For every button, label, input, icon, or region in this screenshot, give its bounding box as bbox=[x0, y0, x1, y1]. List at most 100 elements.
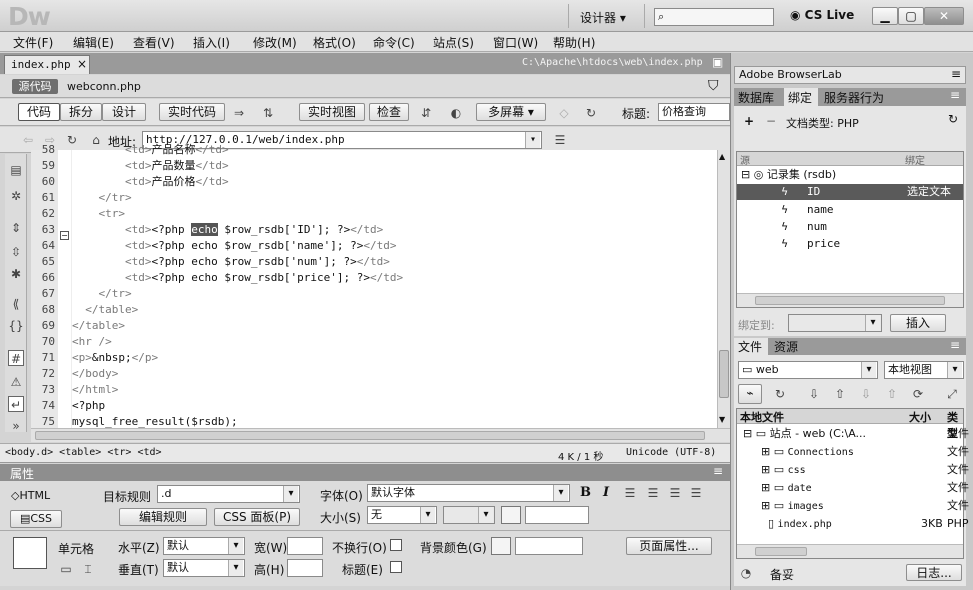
connect-button[interactable]: ⌁ bbox=[738, 384, 762, 404]
code-line[interactable]: <td>产品价格</td> bbox=[72, 174, 229, 190]
folder-item[interactable]: ⊞ ▭ Connections bbox=[761, 445, 854, 460]
code-line[interactable]: <?php bbox=[72, 398, 105, 414]
files-hscrollbar[interactable] bbox=[737, 544, 963, 558]
text-color-input[interactable] bbox=[525, 506, 589, 524]
hscroll-thumb[interactable] bbox=[755, 296, 945, 305]
menu-edit[interactable]: 编辑(E) bbox=[73, 34, 114, 51]
align-center-icon[interactable]: ☰ bbox=[645, 485, 661, 501]
scroll-down-icon[interactable]: ▼ bbox=[719, 415, 725, 424]
tab-server-behaviors[interactable]: 服务器行为 bbox=[824, 89, 884, 106]
visual-aids-icon[interactable]: ◇ bbox=[556, 105, 572, 121]
binding-row[interactable]: ϟ bbox=[781, 220, 788, 234]
html-mode-button[interactable]: ◇HTML bbox=[11, 489, 50, 502]
site-select[interactable]: ▭ web bbox=[738, 361, 878, 379]
show-code-navigator-icon[interactable]: ✲ bbox=[8, 188, 24, 204]
search-input[interactable]: ⌕ bbox=[654, 8, 774, 26]
refresh-bindings-icon[interactable]: ↻ bbox=[948, 112, 958, 126]
log-button[interactable]: 日志... bbox=[906, 564, 962, 581]
code-line[interactable]: </table> bbox=[72, 318, 125, 334]
recordset-node[interactable]: ⊟ ◎ 记录集 (rsdb) bbox=[741, 168, 836, 182]
restore-doc-icon[interactable]: ▣ bbox=[712, 55, 723, 69]
vert-select[interactable]: 默认 bbox=[163, 559, 245, 577]
font-select[interactable]: 默认字体 bbox=[367, 484, 570, 502]
put-files-icon[interactable]: ⇧ bbox=[832, 386, 848, 402]
source-code-button[interactable]: 源代码 bbox=[12, 79, 58, 94]
multiscreen-button[interactable]: 多屏幕 ▾ bbox=[476, 103, 546, 121]
bg-color-picker[interactable] bbox=[491, 537, 511, 555]
align-left-icon[interactable]: ☰ bbox=[622, 485, 638, 501]
header-checkbox[interactable] bbox=[390, 561, 402, 573]
tab-databases[interactable]: 数据库 bbox=[738, 89, 774, 106]
justify-icon[interactable]: ☰ bbox=[688, 485, 704, 501]
fold-collapse-icon[interactable]: − bbox=[60, 231, 69, 240]
file-item[interactable]: ▯ index.php bbox=[761, 517, 832, 532]
merge-cells-icon[interactable]: ▭ bbox=[58, 561, 74, 577]
insert-binding-button[interactable]: 插入 bbox=[890, 314, 946, 332]
text-color-picker[interactable] bbox=[501, 506, 521, 524]
live-code-button[interactable]: 实时代码 bbox=[159, 103, 225, 121]
folder-item[interactable]: ⊞ ▭ css bbox=[761, 463, 806, 478]
size-select[interactable]: 无 bbox=[367, 506, 437, 524]
close-window-button[interactable]: ✕ bbox=[924, 7, 964, 25]
filter-icon[interactable]: ⛉ bbox=[708, 78, 719, 94]
collapse-tag-icon[interactable]: ⇕ bbox=[8, 220, 24, 236]
cs-live-button[interactable]: ◉ CS Live bbox=[790, 8, 854, 22]
binding-row-selected[interactable]: ϟ ID 选定文本 bbox=[737, 184, 963, 200]
field-num[interactable]: num bbox=[807, 220, 827, 234]
panel-menu-icon[interactable]: ≡ bbox=[950, 338, 960, 352]
open-documents-icon[interactable]: ▤ bbox=[8, 162, 24, 178]
split-view-button[interactable]: 拆分 bbox=[60, 103, 102, 121]
highlight-invalid-icon[interactable]: ⚠ bbox=[8, 374, 24, 390]
code-line[interactable]: <td>产品数量</td> bbox=[72, 158, 229, 174]
code-line[interactable]: <td><?php echo $row_rsdb['price']; ?></t… bbox=[72, 270, 403, 286]
balance-braces-icon[interactable]: {} bbox=[8, 318, 24, 334]
inspect-arrow-icon[interactable]: ⇒ bbox=[231, 105, 247, 121]
tag-selector[interactable]: <body.d> <table> <tr> <td> bbox=[5, 447, 162, 458]
page-properties-button[interactable]: 页面属性... bbox=[626, 537, 712, 555]
tab-bindings[interactable]: 绑定 bbox=[784, 88, 818, 106]
file-management-icon[interactable]: ⇅ bbox=[260, 105, 276, 121]
edit-rule-button[interactable]: 编辑规则 bbox=[119, 508, 207, 526]
remove-binding-icon[interactable]: − bbox=[766, 114, 776, 128]
code-view-button[interactable]: 代码 bbox=[18, 103, 60, 121]
code-line[interactable]: <p>&nbsp;</p> bbox=[72, 350, 158, 366]
file-transfer-icon[interactable]: ⇵ bbox=[418, 105, 434, 121]
refresh-files-icon[interactable]: ↻ bbox=[772, 386, 788, 402]
select-parent-tag-icon[interactable]: ⟪ bbox=[8, 296, 24, 312]
panel-menu-icon[interactable]: ≡ bbox=[950, 88, 960, 102]
code-line[interactable]: <tr> bbox=[72, 206, 126, 222]
panel-menu-icon[interactable]: ≡ bbox=[951, 67, 961, 81]
maximize-button[interactable]: ▢ bbox=[898, 7, 924, 25]
size-unit-select[interactable] bbox=[443, 506, 495, 524]
nowrap-checkbox[interactable] bbox=[390, 539, 402, 551]
bg-color-input[interactable] bbox=[515, 537, 583, 555]
word-wrap-icon[interactable]: ↵ bbox=[8, 396, 24, 412]
expand-all-icon[interactable]: ✱ bbox=[8, 266, 24, 282]
width-input[interactable] bbox=[287, 537, 323, 555]
code-vertical-scrollbar[interactable]: ▲ ▼ bbox=[717, 150, 730, 428]
code-line[interactable]: <td><?php echo $row_rsdb['name']; ?></td… bbox=[72, 238, 397, 254]
preview-globe-icon[interactable]: ◐ bbox=[448, 105, 464, 121]
menu-help[interactable]: 帮助(H) bbox=[553, 34, 595, 51]
tab-files[interactable]: 文件 bbox=[734, 338, 768, 355]
menu-view[interactable]: 查看(V) bbox=[133, 34, 175, 51]
site-root-node[interactable]: ⊟ ▭ 站点 - web (C:\A... bbox=[743, 427, 866, 441]
target-rule-select[interactable]: .d bbox=[157, 485, 300, 503]
field-price[interactable]: price bbox=[807, 237, 840, 251]
properties-title[interactable]: 属性 bbox=[10, 465, 34, 482]
close-tab-icon[interactable]: × bbox=[77, 57, 87, 71]
menu-commands[interactable]: 命令(C) bbox=[373, 34, 415, 51]
css-panel-button[interactable]: CSS 面板(P) bbox=[214, 508, 300, 526]
panel-menu-icon[interactable]: ≡ bbox=[713, 464, 723, 478]
minimize-button[interactable]: ▁ bbox=[872, 7, 898, 25]
get-files-icon[interactable]: ⇩ bbox=[806, 386, 822, 402]
bind-to-select[interactable] bbox=[788, 314, 882, 332]
code-line[interactable]: <td>产品名称</td> bbox=[72, 142, 229, 158]
menu-modify[interactable]: 修改(M) bbox=[253, 34, 297, 51]
code-editor[interactable]: <td>产品名称</td> <td>产品数量</td> <td>产品价格</td… bbox=[72, 143, 717, 444]
related-file-webconn[interactable]: webconn.php bbox=[67, 80, 141, 93]
code-line[interactable]: <td><?php echo $row_rsdb['ID']; ?></td> bbox=[72, 222, 383, 238]
menu-site[interactable]: 站点(S) bbox=[433, 34, 474, 51]
code-line[interactable]: <hr /> bbox=[72, 334, 112, 350]
document-tab[interactable]: index.php × bbox=[4, 55, 90, 74]
